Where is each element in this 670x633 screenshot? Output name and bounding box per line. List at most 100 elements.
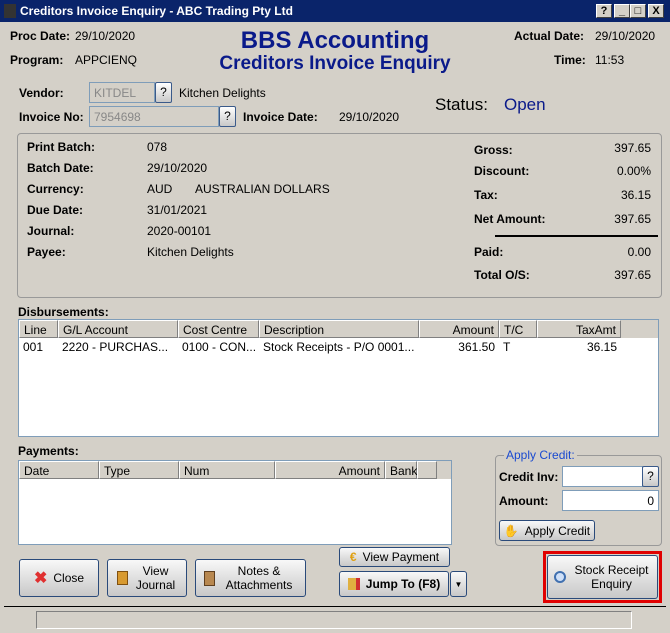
credit-inv-lookup-button[interactable]: ? — [642, 466, 659, 487]
invoice-lookup-button[interactable]: ? — [219, 106, 236, 127]
help-button[interactable]: ? — [596, 4, 612, 18]
jump-to-dropdown[interactable]: ▼ — [450, 571, 467, 597]
stock-receipt-label: Stock Receipt Enquiry — [574, 563, 649, 591]
window-title: Creditors Invoice Enquiry - ABC Trading … — [20, 4, 293, 18]
close-button-label: Close — [53, 571, 85, 585]
vendor-name: Kitchen Delights — [179, 86, 266, 100]
col-date[interactable]: Date — [19, 461, 99, 479]
disbursements-grid[interactable]: Line G/L Account Cost Centre Description… — [18, 319, 659, 437]
currency-name: AUSTRALIAN DOLLARS — [195, 182, 330, 196]
payments-grid[interactable]: Date Type Num Amount Bank — [18, 460, 452, 545]
stock-receipt-enquiry-button[interactable]: Stock Receipt Enquiry — [547, 555, 658, 599]
col-cost-centre[interactable]: Cost Centre — [178, 320, 259, 338]
euro-icon: € — [349, 550, 357, 564]
col-taxamt[interactable]: TaxAmt — [537, 320, 621, 338]
close-button[interactable]: ✖ Close — [19, 559, 99, 597]
view-journal-label: View Journal — [135, 564, 176, 592]
col-amount[interactable]: Amount — [419, 320, 499, 338]
credit-inv-label: Credit Inv: — [499, 470, 559, 484]
due-date: 31/01/2021 — [147, 203, 208, 217]
notes-attachments-button[interactable]: Notes & Attachments — [195, 559, 306, 597]
cell-description: Stock Receipts - P/O 0001... — [263, 340, 415, 354]
col-filler — [417, 461, 437, 479]
invoice-no-input[interactable]: 7954698 — [89, 106, 219, 127]
print-batch: 078 — [147, 140, 168, 154]
payments-label: Payments: — [18, 444, 79, 458]
currency-code: AUD — [147, 182, 173, 196]
status-divider — [4, 606, 666, 607]
total-os: 397.65 — [614, 268, 651, 282]
amount-label: Amount: — [499, 494, 549, 508]
jump-to-label: Jump To (F8) — [365, 577, 441, 591]
journal-icon — [116, 571, 128, 585]
col-num[interactable]: Num — [179, 461, 275, 479]
time: 11:53 — [595, 53, 625, 67]
net-amount-label: Net Amount: — [474, 212, 546, 226]
cell-cost-centre: 0100 - CON... — [182, 340, 257, 354]
notes-attachments-label: Notes & Attachments — [225, 564, 293, 592]
gross-label: Gross: — [474, 143, 513, 157]
invoice-date-label: Invoice Date: — [243, 110, 318, 124]
col-bank[interactable]: Bank — [385, 461, 417, 479]
apply-credit-button[interactable]: ✋ Apply Credit — [499, 520, 595, 541]
discount: 0.00% — [616, 164, 651, 178]
apply-credit-button-label: Apply Credit — [524, 523, 591, 538]
print-batch-label: Print Batch: — [27, 140, 96, 154]
gross: 397.65 — [614, 141, 651, 155]
folder-icon — [347, 578, 360, 590]
cell-taxamt: 36.15 — [586, 340, 617, 354]
credit-inv-input[interactable] — [562, 466, 643, 487]
actual-date-label: Actual Date: — [514, 29, 585, 43]
vendor-label: Vendor: — [19, 86, 64, 100]
view-payment-button[interactable]: € View Payment — [339, 547, 450, 567]
apply-credit-legend: Apply Credit: — [504, 448, 577, 462]
discount-label: Discount: — [474, 164, 530, 178]
clipboard-icon — [204, 570, 215, 586]
paid-label: Paid: — [474, 245, 504, 259]
tax-label: Tax: — [474, 188, 498, 202]
jump-to-button[interactable]: Jump To (F8) — [339, 571, 449, 597]
due-date-label: Due Date: — [27, 203, 84, 217]
view-payment-label: View Payment — [362, 550, 440, 564]
col-line[interactable]: Line — [19, 320, 58, 338]
paid: 0.00 — [627, 245, 651, 259]
table-row[interactable]: 001 2220 - PURCHAS... 0100 - CON... Stoc… — [19, 338, 658, 354]
app-icon — [4, 4, 16, 18]
net-amount: 397.65 — [614, 212, 651, 226]
amount-input[interactable]: 0 — [562, 490, 659, 511]
vendor-lookup-button[interactable]: ? — [155, 82, 172, 103]
close-window-button[interactable]: X — [648, 4, 664, 18]
maximize-button[interactable]: □ — [630, 4, 646, 18]
status-value: Open — [504, 95, 546, 114]
cell-line: 001 — [23, 340, 44, 354]
col-gl-account[interactable]: G/L Account — [58, 320, 178, 338]
time-label: Time: — [554, 53, 586, 67]
batch-date-label: Batch Date: — [27, 161, 94, 175]
hand-icon: ✋ — [503, 523, 519, 538]
total-divider — [495, 235, 658, 237]
tax: 36.15 — [620, 188, 651, 202]
total-os-label: Total O/S: — [474, 268, 530, 282]
chevron-down-icon: ▼ — [454, 579, 463, 589]
minimize-button[interactable]: _ — [614, 4, 630, 18]
view-journal-button[interactable]: View Journal — [107, 559, 187, 597]
status-bar — [36, 611, 632, 629]
col-description[interactable]: Description — [259, 320, 419, 338]
currency-label: Currency: — [27, 182, 84, 196]
disbursements-label: Disbursements: — [18, 305, 109, 319]
actual-date: 29/10/2020 — [595, 29, 656, 43]
payee: Kitchen Delights — [147, 245, 234, 259]
col-type[interactable]: Type — [99, 461, 179, 479]
vendor-code-input[interactable]: KITDEL — [89, 82, 155, 103]
cell-gl-account: 2220 - PURCHAS... — [62, 340, 169, 354]
col-tc[interactable]: T/C — [499, 320, 537, 338]
cell-tc: T — [503, 340, 511, 354]
journal-label: Journal: — [27, 224, 75, 238]
cell-amount: 361.50 — [458, 340, 495, 354]
invoice-no-label: Invoice No: — [19, 110, 84, 124]
status-label: Status: — [435, 95, 488, 114]
close-icon: ✖ — [33, 570, 48, 587]
magnifier-icon — [553, 571, 566, 583]
batch-date: 29/10/2020 — [147, 161, 208, 175]
col-payment-amount[interactable]: Amount — [275, 461, 385, 479]
